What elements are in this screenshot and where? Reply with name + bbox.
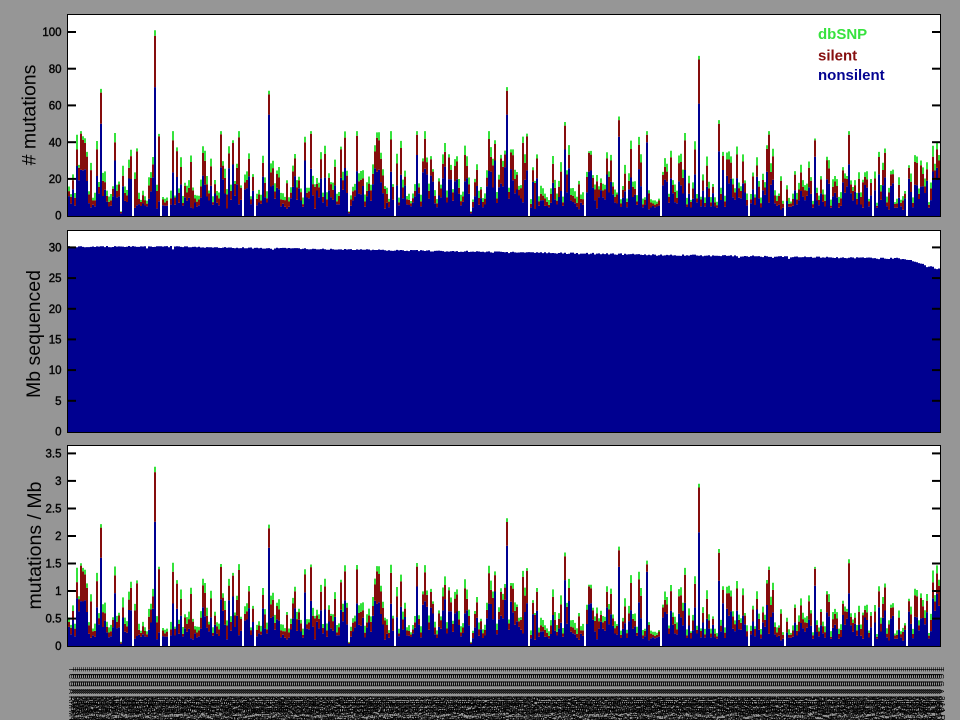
svg-text:1: 1 [55,586,61,598]
svg-text:40: 40 [49,137,62,149]
svg-text:100: 100 [42,27,61,39]
svg-text:dbSNP: dbSNP [818,26,867,43]
svg-text:211R0804HK: 211R0804HK [937,696,946,720]
svg-text:60: 60 [49,101,62,113]
svg-text:mutations / Mb: mutations / Mb [24,481,46,609]
svg-text:nonsilent: nonsilent [818,67,885,84]
svg-text:0: 0 [55,427,61,439]
svg-text:2: 2 [55,531,61,543]
svg-text:5: 5 [55,396,61,408]
svg-text:25: 25 [49,273,62,285]
svg-text:Mb sequenced: Mb sequenced [23,270,45,398]
svg-text:2.5: 2.5 [46,504,62,516]
svg-text:80: 80 [49,64,62,76]
svg-text:3: 3 [55,476,61,488]
svg-text:0: 0 [55,641,61,653]
svg-text:3.5: 3.5 [46,449,62,461]
svg-text:1.5: 1.5 [46,559,62,571]
svg-text:20: 20 [49,174,62,186]
svg-text:silent: silent [818,47,857,64]
svg-text:10: 10 [49,365,62,377]
svg-text:15: 15 [49,335,62,347]
svg-text:30: 30 [49,243,62,255]
svg-text:20: 20 [49,304,62,316]
svg-text:0.5: 0.5 [46,614,62,626]
svg-text:0: 0 [55,211,61,223]
svg-text:# mutations: # mutations [19,64,41,165]
